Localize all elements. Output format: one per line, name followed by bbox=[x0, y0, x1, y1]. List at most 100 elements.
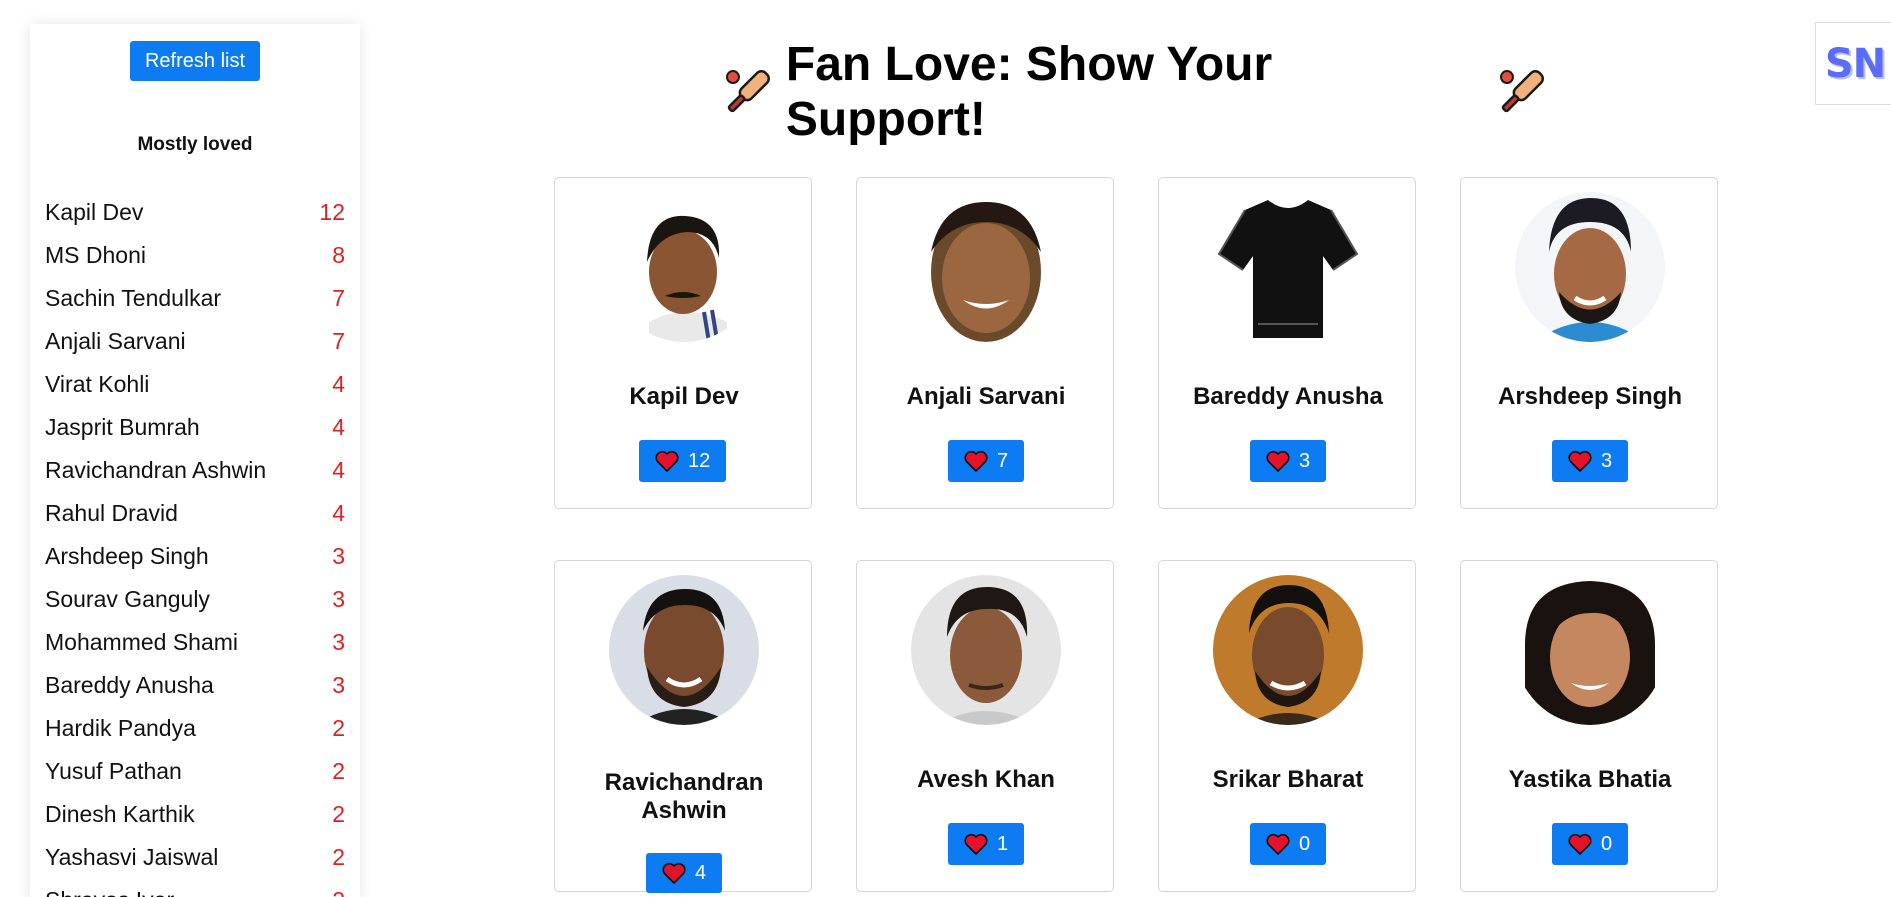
ranking-name: Hardik Pandya bbox=[45, 715, 196, 741]
player-photo bbox=[1515, 575, 1665, 725]
ranking-item: Hardik Pandya 2 bbox=[45, 707, 345, 750]
ranking-name: Rahul Dravid bbox=[45, 500, 178, 526]
love-count: 7 bbox=[997, 449, 1009, 472]
ranking-name: Kapil Dev bbox=[45, 199, 144, 225]
ranking-count: 7 bbox=[332, 328, 345, 354]
love-button[interactable]: 4 bbox=[646, 853, 723, 893]
player-card: Anjali Sarvani 7 bbox=[856, 177, 1114, 509]
ranking-name: Bareddy Anusha bbox=[45, 672, 214, 698]
ranking-item: MS Dhoni 8 bbox=[45, 234, 345, 277]
ranking-count: 4 bbox=[332, 414, 345, 440]
ranking-count: 3 bbox=[332, 586, 345, 612]
heart-icon bbox=[1266, 450, 1290, 472]
heart-icon bbox=[655, 450, 679, 472]
ranking-name: Anjali Sarvani bbox=[45, 328, 186, 354]
ranking-name: Ravichandran Ashwin bbox=[45, 457, 267, 483]
love-count: 0 bbox=[1601, 832, 1613, 855]
ranking-name: Mohammed Shami bbox=[45, 629, 239, 655]
ranking-name: Shreyas Iyer bbox=[45, 887, 174, 897]
ranking-item: Yusuf Pathan 2 bbox=[45, 750, 345, 793]
player-name: Arshdeep Singh bbox=[1497, 383, 1683, 410]
ranking-item: Arshdeep Singh 3 bbox=[45, 535, 345, 578]
player-card: Bareddy Anusha 3 bbox=[1158, 177, 1416, 509]
heart-icon bbox=[1568, 450, 1592, 472]
ranking-name: Sachin Tendulkar bbox=[45, 285, 222, 311]
sidebar: Refresh list Mostly loved Kapil Dev 12 MS… bbox=[30, 24, 360, 897]
ranking-count: 8 bbox=[332, 242, 345, 268]
player-name: Anjali Sarvani bbox=[906, 383, 1066, 410]
ranking-item: Kapil Dev 12 bbox=[45, 191, 345, 234]
cricket-bat-icon bbox=[725, 69, 771, 113]
player-card: Yastika Bhatia 0 bbox=[1460, 560, 1718, 892]
heart-icon bbox=[964, 833, 988, 855]
player-name: Yastika Bhatia bbox=[1508, 766, 1672, 793]
love-count: 12 bbox=[688, 449, 711, 472]
heart-icon bbox=[964, 450, 988, 472]
player-name: Ravichandran Ashwin bbox=[604, 769, 764, 824]
mostly-loved-heading: Mostly loved bbox=[137, 134, 253, 155]
player-card: Srikar Bharat 0 bbox=[1158, 560, 1416, 892]
ranking-count: 3 bbox=[332, 543, 345, 569]
ranking-count: 3 bbox=[332, 672, 345, 698]
ranking-item: Rahul Dravid 4 bbox=[45, 492, 345, 535]
ranking-count: 12 bbox=[319, 199, 345, 225]
ranking-count: 4 bbox=[332, 500, 345, 526]
love-count: 3 bbox=[1299, 449, 1311, 472]
player-name: Avesh Khan bbox=[917, 766, 1055, 793]
love-button[interactable]: 0 bbox=[1250, 823, 1327, 865]
player-name: Srikar Bharat bbox=[1212, 766, 1364, 793]
player-card: Arshdeep Singh 3 bbox=[1460, 177, 1718, 509]
ranking-count: 2 bbox=[332, 887, 345, 897]
player-card: Ravichandran Ashwin 4 bbox=[554, 560, 812, 893]
ranking-count: 2 bbox=[332, 844, 345, 870]
player-photo bbox=[1213, 575, 1363, 725]
ranking-count: 2 bbox=[332, 801, 345, 827]
love-count: 1 bbox=[997, 832, 1009, 855]
player-photo bbox=[609, 575, 759, 725]
love-button[interactable]: 3 bbox=[1250, 440, 1327, 482]
love-count: 0 bbox=[1299, 832, 1311, 855]
love-button[interactable]: 1 bbox=[948, 823, 1025, 865]
love-button[interactable]: 3 bbox=[1552, 440, 1629, 482]
ranking-count: 4 bbox=[332, 457, 345, 483]
ranking-count: 7 bbox=[332, 285, 345, 311]
love-count: 4 bbox=[695, 861, 707, 884]
player-photo bbox=[911, 575, 1061, 725]
brand-logo-text: SN bbox=[1824, 40, 1886, 87]
ranking-name: Yashasvi Jaiswal bbox=[45, 844, 219, 870]
ranking-name: Yusuf Pathan bbox=[45, 758, 182, 784]
ranking-item: Yashasvi Jaiswal 2 bbox=[45, 836, 345, 879]
player-photo bbox=[911, 192, 1061, 342]
ranking-item: Anjali Sarvani 7 bbox=[45, 320, 345, 363]
player-card: Avesh Khan 1 bbox=[856, 560, 1114, 892]
love-button[interactable]: 7 bbox=[948, 440, 1025, 482]
ranking-name: Virat Kohli bbox=[45, 371, 150, 397]
ranking-name: MS Dhoni bbox=[45, 242, 146, 268]
ranking-count: 2 bbox=[332, 758, 345, 784]
brand-logo[interactable]: SN bbox=[1815, 22, 1891, 105]
ranking-item: Virat Kohli 4 bbox=[45, 363, 345, 406]
heart-icon bbox=[1568, 833, 1592, 855]
ranking-list: Kapil Dev 12 MS Dhoni 8 Sachin Tendulkar 7 … bbox=[45, 191, 345, 897]
ranking-count: 3 bbox=[332, 629, 345, 655]
cricket-bat-icon bbox=[1500, 69, 1545, 113]
ranking-item: Sourav Ganguly 3 bbox=[45, 578, 345, 621]
love-count: 3 bbox=[1601, 449, 1613, 472]
heart-icon bbox=[1266, 833, 1290, 855]
ranking-item: Bareddy Anusha 3 bbox=[45, 664, 345, 707]
heart-icon bbox=[662, 862, 686, 884]
player-name: Bareddy Anusha bbox=[1193, 383, 1383, 410]
page-title: Fan Love: Show Your Support! bbox=[720, 38, 1550, 146]
ranking-item: Sachin Tendulkar 7 bbox=[45, 277, 345, 320]
refresh-list-button[interactable]: Refresh list bbox=[130, 41, 260, 81]
ranking-item: Jasprit Bumrah 4 bbox=[45, 406, 345, 449]
love-button[interactable]: 12 bbox=[639, 440, 727, 482]
ranking-item: Ravichandran Ashwin 4 bbox=[45, 449, 345, 492]
ranking-item: Mohammed Shami 3 bbox=[45, 621, 345, 664]
ranking-name: Jasprit Bumrah bbox=[45, 414, 200, 440]
player-name: Kapil Dev bbox=[629, 383, 739, 410]
love-button[interactable]: 0 bbox=[1552, 823, 1629, 865]
page-title-text: Fan Love: Show Your Support! bbox=[785, 38, 1273, 146]
ranking-name: Arshdeep Singh bbox=[45, 543, 209, 569]
player-photo bbox=[609, 192, 759, 342]
